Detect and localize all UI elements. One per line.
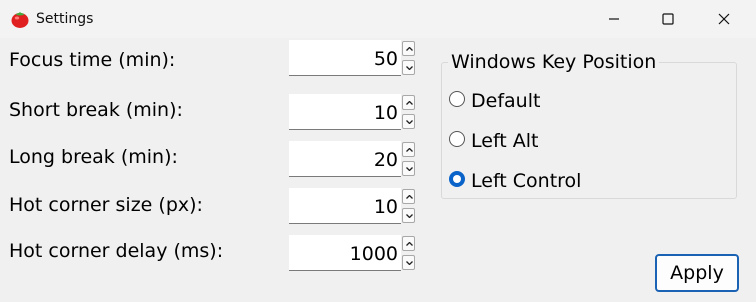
close-button[interactable] (698, 0, 750, 38)
chevron-up-icon (406, 148, 413, 152)
chevron-down-icon (406, 214, 413, 218)
focus-time-label: Focus time (min): (9, 49, 176, 71)
long-break-value: 20 (373, 149, 398, 171)
short-break-input[interactable]: 10 (289, 94, 401, 130)
chevron-up-icon (406, 47, 413, 51)
radio-left-control[interactable] (449, 171, 465, 187)
short-break-up-button[interactable] (402, 95, 415, 110)
title-bar: Settings (0, 0, 756, 38)
long-break-down-button[interactable] (402, 161, 415, 176)
hot-corner-size-down-button[interactable] (402, 208, 415, 223)
long-break-label: Long break (min): (9, 146, 178, 168)
short-break-down-button[interactable] (402, 114, 415, 129)
radio-left-control-label[interactable]: Left Control (471, 169, 581, 193)
window-title: Settings (36, 11, 94, 27)
hot-corner-delay-up-button[interactable] (402, 236, 415, 251)
hot-corner-delay-label: Hot corner delay (ms): (9, 240, 224, 262)
long-break-up-button[interactable] (402, 142, 415, 157)
focus-time-input[interactable]: 50 (289, 40, 401, 76)
chevron-down-icon (406, 261, 413, 265)
short-break-label: Short break (min): (9, 99, 183, 121)
chevron-down-icon (406, 120, 413, 124)
hot-corner-size-value: 10 (373, 196, 398, 218)
chevron-up-icon (406, 242, 413, 246)
apply-button[interactable]: Apply (655, 254, 739, 292)
radio-left-alt[interactable] (449, 131, 465, 147)
radio-left-alt-label[interactable]: Left Alt (471, 129, 539, 153)
radio-default-label[interactable]: Default (471, 89, 540, 113)
close-icon (718, 13, 730, 25)
hot-corner-delay-value: 1000 (349, 243, 398, 265)
maximize-button[interactable] (642, 0, 694, 38)
long-break-input[interactable]: 20 (289, 141, 401, 177)
windows-key-group-title: Windows Key Position (448, 50, 660, 74)
hot-corner-size-up-button[interactable] (402, 189, 415, 204)
hot-corner-size-label: Hot corner size (px): (9, 194, 203, 216)
hot-corner-delay-down-button[interactable] (402, 255, 415, 270)
minimize-icon (609, 18, 619, 20)
chevron-down-icon (406, 167, 413, 171)
short-break-value: 10 (373, 102, 398, 124)
focus-time-value: 50 (373, 48, 398, 70)
focus-time-up-button[interactable] (402, 41, 415, 56)
tomato-icon (11, 12, 29, 28)
chevron-up-icon (406, 101, 413, 105)
chevron-up-icon (406, 195, 413, 199)
chevron-down-icon (406, 66, 413, 70)
minimize-button[interactable] (588, 0, 640, 38)
hot-corner-delay-input[interactable]: 1000 (289, 235, 401, 271)
hot-corner-size-input[interactable]: 10 (289, 188, 401, 224)
radio-default[interactable] (449, 91, 465, 107)
maximize-icon (662, 13, 674, 25)
focus-time-down-button[interactable] (402, 60, 415, 75)
